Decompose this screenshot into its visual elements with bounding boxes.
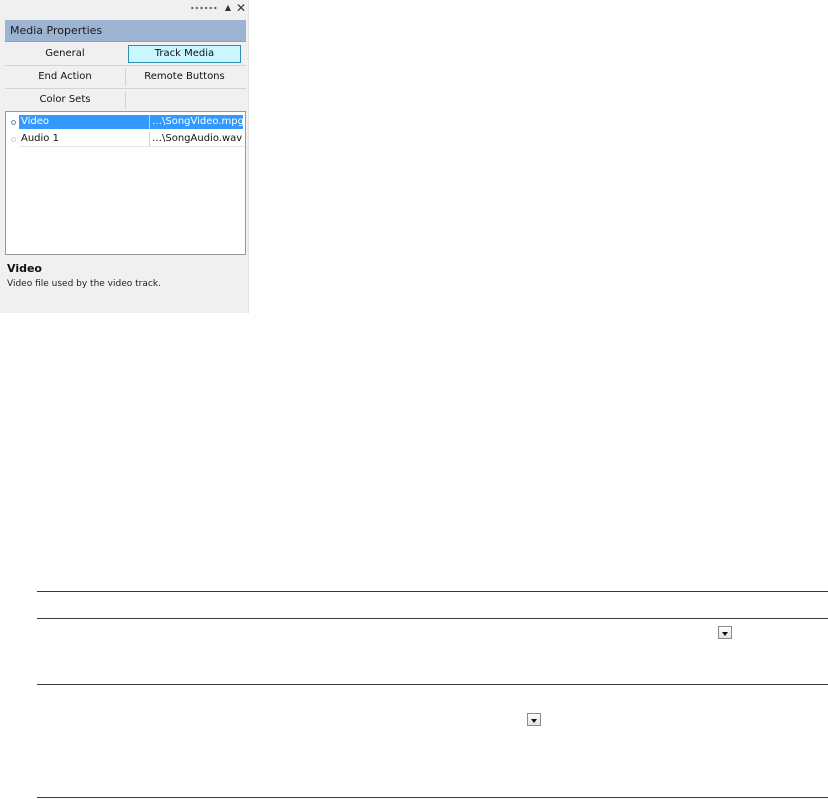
track-name: Audio 1: [21, 133, 59, 144]
table-rule: [37, 684, 828, 685]
table-rule-bottom: [37, 797, 828, 798]
description-title: Video: [7, 262, 42, 275]
track-row-audio-1[interactable]: Audio 1 …\SongAudio.wav: [6, 132, 245, 147]
property-category-buttons: General Track Media End Action Remote Bu…: [5, 43, 246, 112]
table-rule: [37, 618, 828, 619]
general-button[interactable]: General: [5, 45, 125, 63]
end-action-button[interactable]: End Action: [5, 68, 125, 86]
triangle-up-icon[interactable]: ▲: [223, 0, 233, 16]
row-separator: [19, 146, 245, 147]
close-icon[interactable]: ✕: [235, 0, 247, 16]
grip-dots-icon[interactable]: [190, 6, 218, 10]
track-file-path[interactable]: …\SongAudio.wav: [149, 132, 243, 146]
track-row-video[interactable]: Video …\SongVideo.mpg: [6, 115, 245, 130]
button-divider: [125, 68, 126, 86]
panel-title: Media Properties: [10, 24, 103, 37]
track-bullet-icon: [11, 120, 16, 125]
table-rule-top: [37, 591, 828, 592]
color-sets-button[interactable]: Color Sets: [5, 91, 125, 109]
dropdown-arrow-icon[interactable]: [718, 626, 732, 639]
button-divider: [125, 91, 126, 109]
track-media-button[interactable]: Track Media: [128, 45, 241, 63]
track-name: Video: [19, 115, 149, 129]
description-text: Video file used by the video track.: [7, 279, 161, 289]
dropdown-arrow-icon[interactable]: [527, 713, 541, 726]
track-file-path[interactable]: …\SongVideo.mpg: [149, 115, 243, 129]
track-bullet-icon: [11, 137, 16, 142]
media-properties-panel: ▲ ✕ Media Properties General Track Media…: [0, 0, 249, 313]
panel-title-bar: Media Properties: [5, 20, 246, 42]
remote-buttons-button[interactable]: Remote Buttons: [128, 68, 241, 86]
track-media-list[interactable]: Video …\SongVideo.mpg Audio 1 …\SongAudi…: [5, 111, 246, 255]
